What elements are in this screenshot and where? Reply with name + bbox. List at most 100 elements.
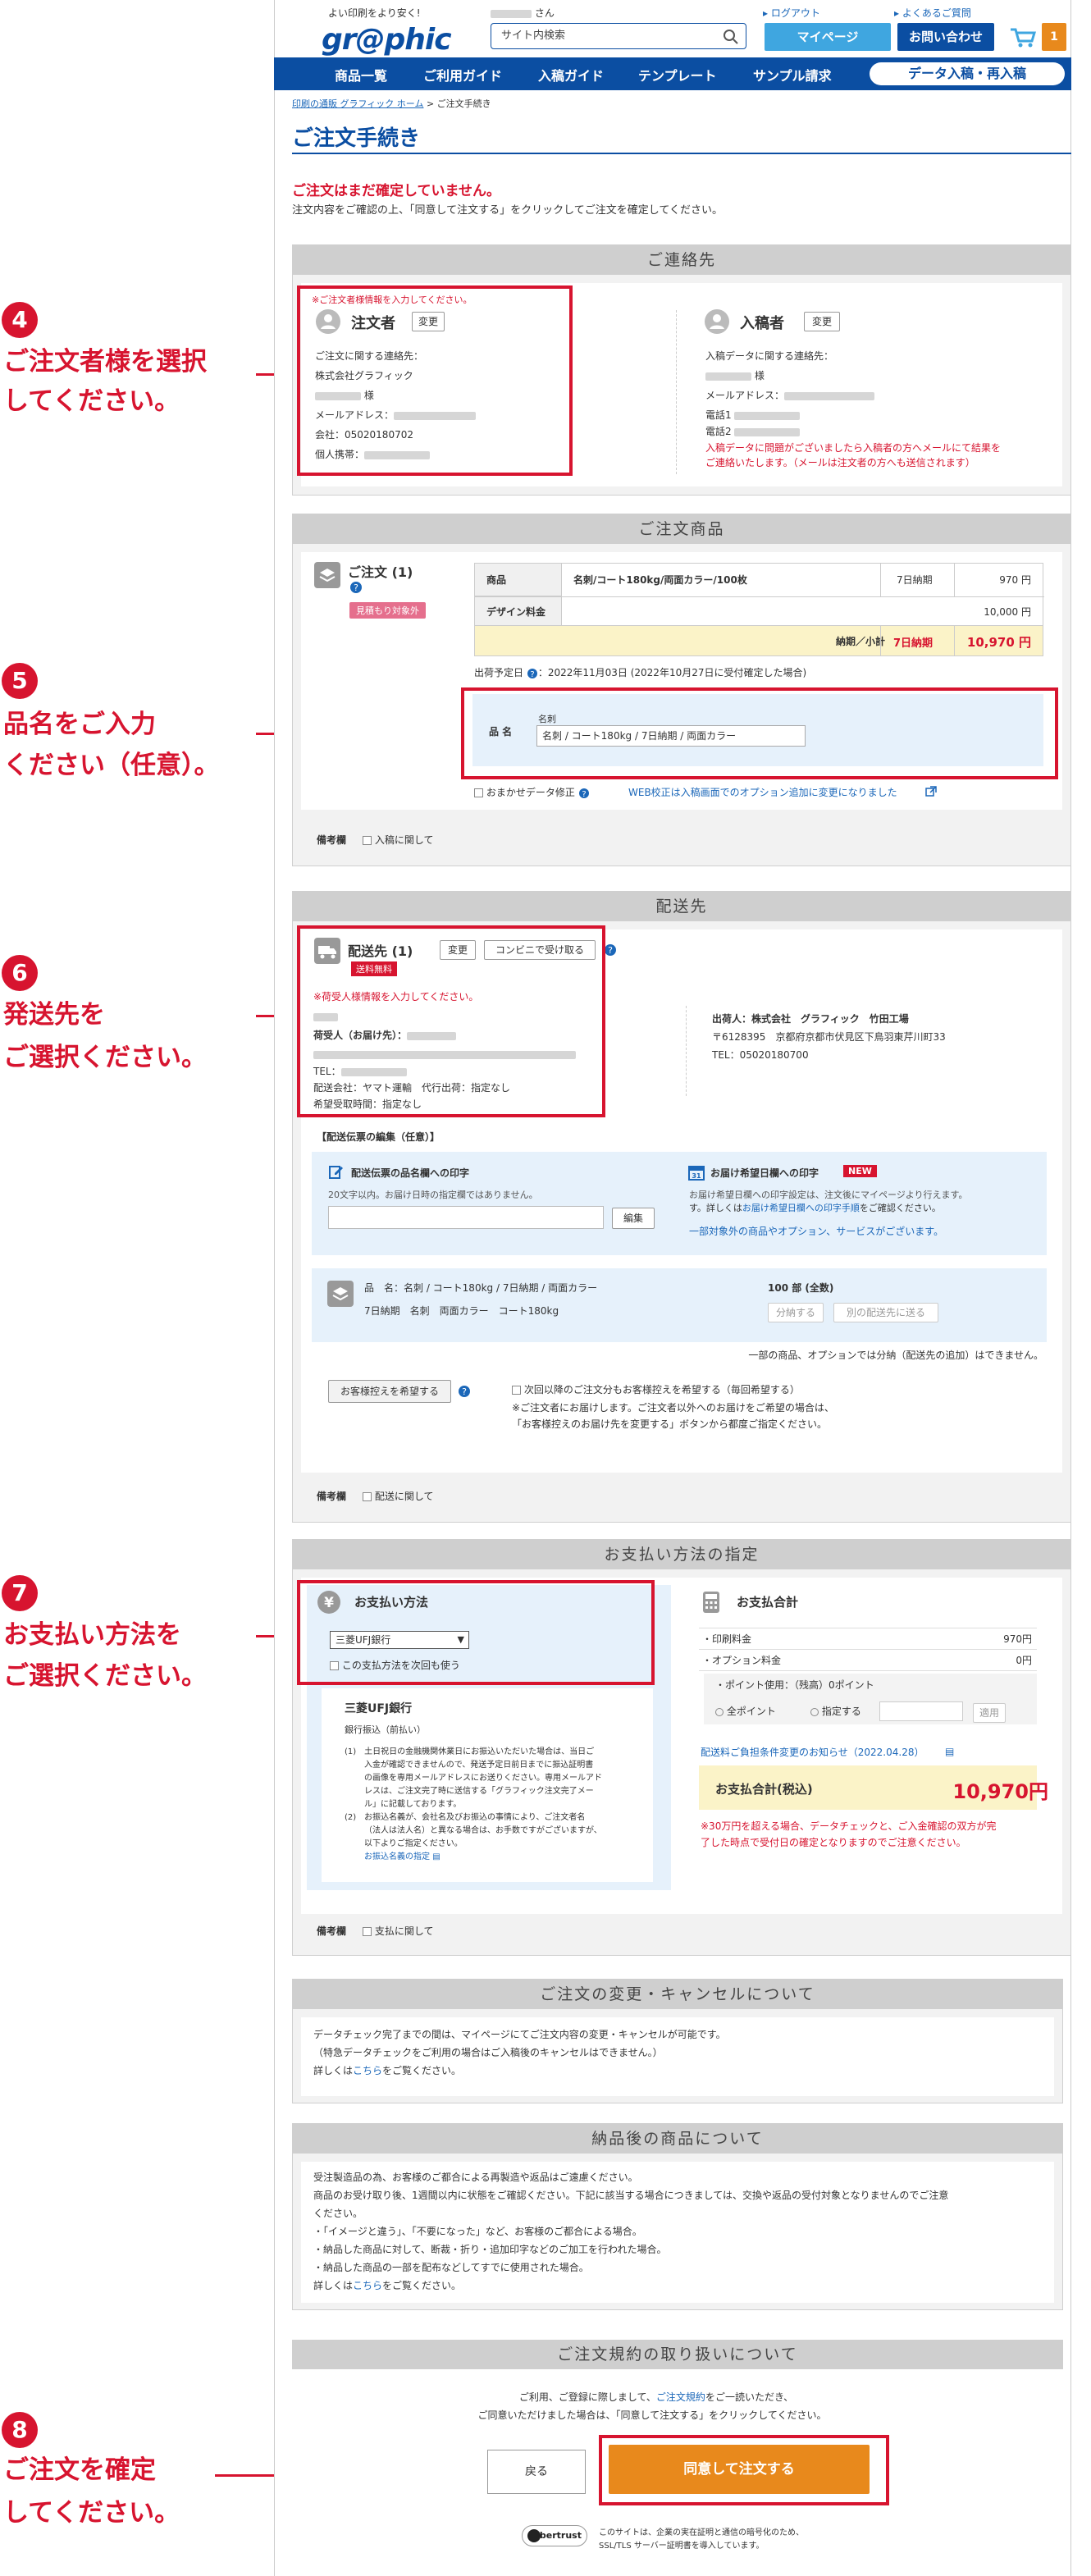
product-row-label: 商品 xyxy=(486,574,507,586)
apply-points-button[interactable]: 適用 xyxy=(973,1703,1006,1723)
help-icon[interactable]: ? xyxy=(604,943,617,957)
change-cancel-section: ご注文の変更・キャンセルについて xyxy=(292,1979,1063,2103)
terms-line2: ご同意いただけました場合は、「同意して注文する」をクリックしてください。 xyxy=(477,2409,827,2421)
terms-section: ご注文規約の取り扱いについて xyxy=(292,2340,1063,2369)
contact-heading: ご連絡先 xyxy=(293,245,1070,275)
product-row-days: 7日納期 xyxy=(897,574,933,586)
web-proof-notice-link[interactable]: WEB校正は入稿画面でのオプション追加に変更になりました xyxy=(628,786,897,799)
orderer-highlight-box xyxy=(297,285,573,476)
shipping-item-name: 品 名：名刺 / コート180kg / 7日納期 / 両面カラー xyxy=(364,1282,598,1294)
annotation-7-number: 7 xyxy=(2,1575,38,1611)
terms-line1: ご利用、ご登録に際しまして、ご注文規約をご一読いただき、 xyxy=(518,2391,794,2403)
after-delivery-heading: 納品後の商品について xyxy=(293,2124,1062,2154)
help-icon[interactable]: ? xyxy=(458,1385,471,1398)
all-points-radio[interactable]: 全ポイント xyxy=(715,1705,776,1718)
annotation-5-line1: 品名をご入力 xyxy=(3,710,156,739)
date-print-title: お届け希望日欄への印字 xyxy=(710,1167,819,1179)
change-cancel-details-link[interactable]: こちら xyxy=(353,2065,382,2076)
nav-item-templates[interactable]: テンプレート xyxy=(638,65,717,84)
shipping-remarks-label: 備考欄 xyxy=(317,1491,347,1502)
terms-heading: ご注文規約の取り扱いについて xyxy=(292,2340,1063,2369)
svg-text:?: ? xyxy=(582,790,586,799)
split-note: 一部の商品、オプションでは分納（配送先の追加）はできません。 xyxy=(748,1350,1043,1361)
split-delivery-button[interactable]: 分納する xyxy=(768,1303,824,1322)
bank-note-1: (1) 土日祝日の金融機関休業日にお振込いただいた場合は、当日ご 入金が確認でき… xyxy=(345,1747,602,1861)
nav-item-guide[interactable]: ご利用ガイド xyxy=(423,65,502,84)
site-search-input[interactable]: サイト内検索 xyxy=(491,23,746,49)
sender-address: 〒6128395 京都府京都市伏見区下鳥羽東芹川町33 xyxy=(712,1031,946,1043)
site-logo[interactable]: gr@phic xyxy=(322,23,452,57)
terms-link[interactable]: ご注文規約 xyxy=(656,2391,705,2403)
customer-copy-checkbox[interactable]: 次回以降のご注文分もお客様控えを希望する（毎回希望する） xyxy=(512,1383,800,1396)
help-icon[interactable]: ? xyxy=(349,581,363,594)
customer-copy-note2: 「お客様控えのお届け先を変更する」ボタンから都度ご指定ください。 xyxy=(512,1418,828,1430)
contact-button[interactable]: お問い合わせ xyxy=(897,23,994,51)
slip-name-edit-button[interactable]: 編集 xyxy=(612,1208,655,1229)
specify-points-radio[interactable]: 指定する xyxy=(810,1705,861,1718)
nav-item-sample-request[interactable]: サンプル請求 xyxy=(753,65,832,84)
change-cancel-heading: ご注文の変更・キャンセルについて xyxy=(293,1980,1062,2009)
help-icon[interactable]: ? xyxy=(527,668,538,679)
shipping-condition-notice-link[interactable]: 配送料ご負担条件変更のお知らせ（2022.04.28） xyxy=(701,1746,924,1759)
date-print-procedure-link[interactable]: お届け希望日欄への印字手順 xyxy=(742,1203,860,1213)
omakase-option[interactable]: おまかせデータ修正 ? xyxy=(474,786,590,799)
submitter-change-button[interactable]: 変更 xyxy=(804,312,840,331)
subtotal-days: 7日納期 xyxy=(893,637,934,650)
nav-item-submission-guide[interactable]: 入稿ガイド xyxy=(538,65,604,84)
pencil-icon xyxy=(329,1166,343,1179)
points-label: ・ポイント使用：（残高）0ポイント xyxy=(715,1679,874,1691)
annotation-6-line2: ご選択ください。 xyxy=(3,1043,207,1072)
help-icon[interactable]: ? xyxy=(578,788,590,799)
annotation-7-line2: ご選択ください。 xyxy=(3,1661,207,1691)
mypage-button[interactable]: マイページ xyxy=(765,23,891,51)
customer-copy-button[interactable]: お客様控えを希望する xyxy=(328,1380,451,1403)
design-fee-label: デザイン料金 xyxy=(486,606,546,618)
after-delivery-line3: ください。 xyxy=(313,2208,363,2219)
after-delivery-details-link[interactable]: こちら xyxy=(353,2280,382,2291)
user-icon xyxy=(705,309,729,334)
shipping-remarks-checkbox[interactable]: 配送に関して xyxy=(363,1490,433,1503)
bank-name-designation-link[interactable]: お振込名義の指定 xyxy=(364,1852,430,1861)
payment-total-title: お支払合計 xyxy=(737,1595,799,1610)
after-delivery-line1: 受注製造品の為、お客様のご都合による再製造や返品はご遠慮ください。 xyxy=(313,2172,638,2183)
svg-text:?: ? xyxy=(608,945,613,956)
date-note-line2: す。詳しくはお届け希望日欄への印字手順をご確認ください。 xyxy=(689,1203,941,1213)
logout-link[interactable]: ▸ ログアウト xyxy=(763,7,820,20)
user-name: さん xyxy=(491,7,556,20)
cart-icon[interactable] xyxy=(1009,26,1037,49)
faq-link[interactable]: ▸ よくあるご質問 xyxy=(894,7,971,20)
change-cancel-line2: （特急データチェックをご利用の場合はご入稿後のキャンセルはできません。） xyxy=(313,2047,663,2058)
back-button[interactable]: 戻る xyxy=(487,2450,586,2494)
shipping-item-sub: 7日納期 名刺 両面カラー コート180kg xyxy=(364,1305,559,1317)
product-remarks-label: 備考欄 xyxy=(317,834,347,846)
sender-tel: TEL：05020180700 xyxy=(712,1049,809,1061)
bank-subtitle: 銀行振込（前払い） xyxy=(345,1724,426,1735)
ssl-note-line2: SSL/TLS サーバー証明書を導入しています。 xyxy=(599,2542,765,2551)
calendar-icon: 31 xyxy=(688,1166,705,1181)
points-amount-input[interactable] xyxy=(879,1701,963,1721)
submitter-note-line2: ご連絡いたします。（メールは注文者の方へも送信されます） xyxy=(705,457,975,468)
breadcrumb: 印刷の通販 グラフィック ホーム > ご注文手続き xyxy=(292,98,491,109)
data-upload-button[interactable]: データ入稿・再入稿 xyxy=(870,62,1065,85)
slip-name-input[interactable] xyxy=(328,1206,604,1229)
annotation-7-line1: お支払い方法を xyxy=(3,1620,181,1650)
nav-item-products[interactable]: 商品一覧 xyxy=(335,65,387,84)
print-fee-label: ・印刷料金 xyxy=(702,1633,752,1645)
annotation-5-number: 5 xyxy=(2,663,38,699)
submitter-name: 様 xyxy=(705,369,765,382)
payment-remarks-label: 備考欄 xyxy=(317,1925,347,1937)
notice-text: 注文内容をご確認の上、「同意して注文する」をクリックしてご注文を確定してください… xyxy=(292,204,723,217)
product-remarks-checkbox[interactable]: 入稿に関して xyxy=(363,834,433,847)
document-icon: ▤ xyxy=(432,1852,441,1861)
date-exception-link[interactable]: 一部対象外の商品やオプション、サービスがございます。 xyxy=(689,1224,943,1238)
ship-date: 出荷予定日 ? ：2022年11月03日 (2022年10月27日に受付確定した場… xyxy=(474,667,807,679)
grand-total-label: お支払合計(税込) xyxy=(715,1782,813,1797)
design-fee-price: 10,000 円 xyxy=(984,606,1031,618)
product-stack-icon xyxy=(327,1281,354,1307)
print-fee-value: 970円 xyxy=(1003,1633,1032,1645)
other-destination-button[interactable]: 別の配送先に送る xyxy=(833,1303,938,1322)
annotation-8-line2: してください。 xyxy=(3,2498,180,2528)
breadcrumb-home[interactable]: 印刷の通販 グラフィック ホーム xyxy=(292,98,423,109)
payment-remarks-checkbox[interactable]: 支払に関して xyxy=(363,1925,433,1938)
product-name-highlight-box xyxy=(461,687,1058,779)
